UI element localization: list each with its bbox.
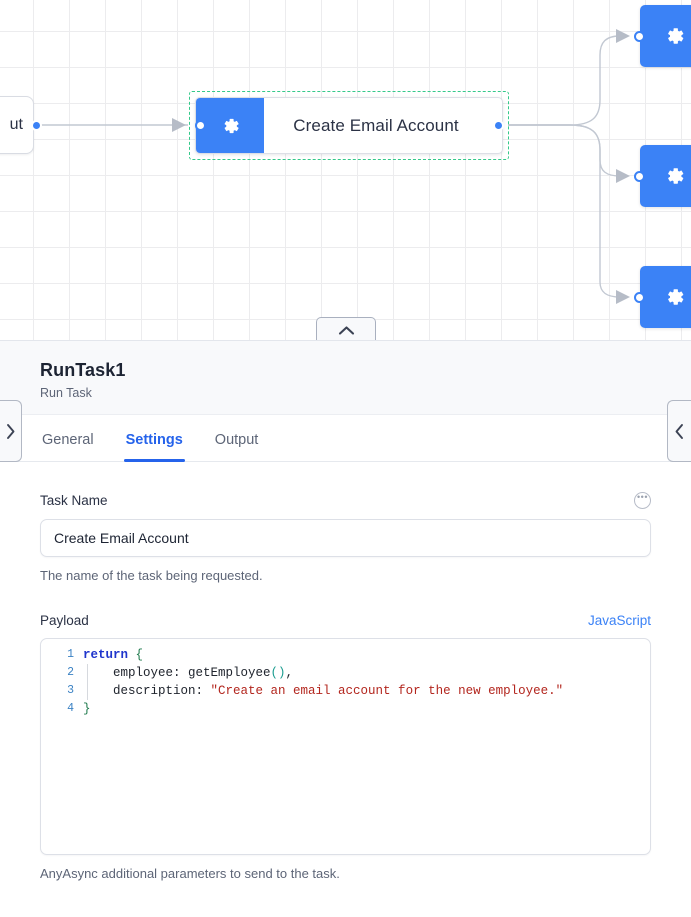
- panel-header: RunTask1 Run Task: [0, 341, 691, 415]
- chevron-right-icon: [5, 423, 16, 440]
- task-name-helper-text: The name of the task being requested.: [40, 568, 651, 583]
- code-token: employee: getEmployee: [83, 666, 271, 680]
- tab-output[interactable]: Output: [213, 432, 261, 461]
- task-name-input[interactable]: [40, 519, 651, 557]
- code-line-number: 1: [41, 646, 83, 664]
- page-title: RunTask1: [40, 359, 691, 382]
- gear-icon: [661, 163, 687, 189]
- output-port-selected-node[interactable]: [493, 120, 504, 131]
- downstream-node-1[interactable]: [640, 5, 691, 67]
- code-token: [128, 648, 136, 662]
- code-line-text: return {: [83, 646, 650, 664]
- code-token: "Create an email account for the new emp…: [211, 684, 564, 698]
- input-port-downstream-3[interactable]: [634, 292, 645, 303]
- downstream-node-2[interactable]: [640, 145, 691, 207]
- tab-general[interactable]: General: [40, 432, 96, 461]
- input-port-downstream-2[interactable]: [634, 171, 645, 182]
- task-name-header-row: Task Name •••: [40, 492, 651, 509]
- node-create-email-account[interactable]: Create Email Account: [195, 97, 503, 154]
- input-port-downstream-1[interactable]: [634, 31, 645, 42]
- node-title: Create Email Account: [264, 98, 502, 153]
- downstream-node-3[interactable]: [640, 266, 691, 328]
- edge-layer: [0, 0, 691, 340]
- code-token: description:: [83, 684, 211, 698]
- canvas-collapse-toggle[interactable]: [316, 317, 376, 340]
- selected-node-selection-box: Create Email Account: [189, 91, 509, 160]
- payload-label: Payload: [40, 613, 89, 628]
- chevron-left-icon: [674, 423, 685, 440]
- panel-body: Task Name ••• The name of the task being…: [0, 492, 691, 881]
- code-line-number: 4: [41, 700, 83, 718]
- code-token: return: [83, 648, 128, 662]
- input-port-selected-node[interactable]: [195, 120, 206, 131]
- code-token: {: [136, 648, 144, 662]
- code-line-text: description: "Create an email account fo…: [83, 682, 650, 700]
- gear-icon: [661, 23, 687, 49]
- code-line-number: 3: [41, 682, 83, 700]
- code-token: }: [83, 702, 91, 716]
- left-panel-expand-handle[interactable]: [0, 400, 22, 462]
- code-line-text: employee: getEmployee(),: [83, 664, 650, 682]
- chevron-up-icon: [338, 325, 355, 336]
- input-node-label: ut: [10, 116, 23, 134]
- indent-guide: [87, 682, 88, 700]
- node-icon-container: [196, 98, 264, 153]
- gear-icon: [661, 284, 687, 310]
- tab-settings[interactable]: Settings: [124, 432, 185, 461]
- code-line: 2 employee: getEmployee(),: [41, 664, 650, 682]
- payload-language-link[interactable]: JavaScript: [588, 613, 651, 628]
- indent-guide: [87, 664, 88, 682]
- payload-header-row: Payload JavaScript: [40, 613, 651, 628]
- code-line-text: }: [83, 700, 650, 718]
- input-node-partial[interactable]: ut: [0, 96, 34, 154]
- task-name-label: Task Name: [40, 493, 108, 508]
- code-line: 1return {: [41, 646, 650, 664]
- gear-icon: [218, 114, 242, 138]
- code-line: 3 description: "Create an email account …: [41, 682, 650, 700]
- ellipsis-circle-icon[interactable]: •••: [634, 492, 651, 509]
- panel-subtitle: Run Task: [40, 386, 691, 400]
- ellipsis-dots: •••: [637, 495, 648, 499]
- right-panel-collapse-handle[interactable]: [667, 400, 691, 462]
- code-line: 4}: [41, 700, 650, 718]
- panel-tabs: General Settings Output: [0, 415, 691, 462]
- workflow-canvas[interactable]: ut Create Email Account: [0, 0, 691, 340]
- code-token: ,: [286, 666, 294, 680]
- payload-helper-text: AnyAsync additional parameters to send t…: [40, 866, 651, 881]
- output-port-input-node[interactable]: [31, 120, 42, 131]
- payload-code-editor[interactable]: 1return {2 employee: getEmployee(),3 des…: [40, 638, 651, 855]
- code-line-number: 2: [41, 664, 83, 682]
- code-token: (): [271, 666, 286, 680]
- node-properties-panel: RunTask1 Run Task General Settings Outpu…: [0, 340, 691, 917]
